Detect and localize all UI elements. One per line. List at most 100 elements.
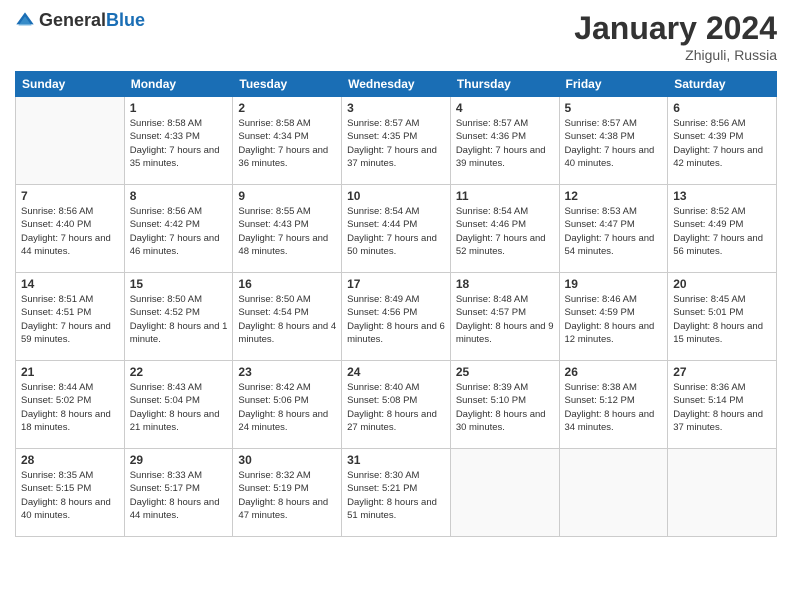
day-number: 29 (130, 453, 228, 467)
logo: GeneralBlue (15, 10, 145, 31)
calendar-cell: 8 Sunrise: 8:56 AMSunset: 4:42 PMDaylight… (124, 185, 233, 273)
weekday-header: Friday (559, 72, 668, 97)
day-info: Sunrise: 8:30 AMSunset: 5:21 PMDaylight:… (347, 469, 445, 522)
weekday-header: Tuesday (233, 72, 342, 97)
calendar-header-row: SundayMondayTuesdayWednesdayThursdayFrid… (16, 72, 777, 97)
day-number: 24 (347, 365, 445, 379)
day-info: Sunrise: 8:32 AMSunset: 5:19 PMDaylight:… (238, 469, 336, 522)
day-number: 13 (673, 189, 771, 203)
day-info: Sunrise: 8:39 AMSunset: 5:10 PMDaylight:… (456, 381, 554, 434)
day-number: 19 (565, 277, 663, 291)
day-number: 4 (456, 101, 554, 115)
calendar-week-row: 21 Sunrise: 8:44 AMSunset: 5:02 PMDayligh… (16, 361, 777, 449)
day-info: Sunrise: 8:44 AMSunset: 5:02 PMDaylight:… (21, 381, 119, 434)
day-number: 18 (456, 277, 554, 291)
logo-text: GeneralBlue (39, 10, 145, 31)
title-section: January 2024 Zhiguli, Russia (574, 10, 777, 63)
calendar-cell (668, 449, 777, 537)
day-info: Sunrise: 8:56 AMSunset: 4:39 PMDaylight:… (673, 117, 771, 170)
calendar-cell (450, 449, 559, 537)
calendar-week-row: 7Sunrise: 8:56 AMSunset: 4:40 PMDaylight… (16, 185, 777, 273)
calendar-cell: 15Sunrise: 8:50 AMSunset: 4:52 PMDayligh… (124, 273, 233, 361)
day-info: Sunrise: 8:54 AMSunset: 4:46 PMDaylight:… (456, 205, 554, 258)
day-number: 22 (130, 365, 228, 379)
calendar-cell: 5 Sunrise: 8:57 AMSunset: 4:38 PMDaylight… (559, 97, 668, 185)
calendar-cell: 31 Sunrise: 8:30 AMSunset: 5:21 PMDayligh… (342, 449, 451, 537)
day-info: Sunrise: 8:52 AMSunset: 4:49 PMDaylight:… (673, 205, 771, 258)
calendar-week-row: 1 Sunrise: 8:58 AMSunset: 4:33 PMDaylight… (16, 97, 777, 185)
day-number: 8 (130, 189, 228, 203)
day-info: Sunrise: 8:42 AMSunset: 5:06 PMDaylight:… (238, 381, 336, 434)
day-number: 7 (21, 189, 119, 203)
weekday-header: Monday (124, 72, 233, 97)
day-number: 28 (21, 453, 119, 467)
calendar-cell: 7Sunrise: 8:56 AMSunset: 4:40 PMDaylight… (16, 185, 125, 273)
day-info: Sunrise: 8:45 AMSunset: 5:01 PMDaylight:… (673, 293, 771, 346)
main-container: GeneralBlue January 2024 Zhiguli, Russia… (0, 0, 792, 612)
calendar-cell: 12 Sunrise: 8:53 AMSunset: 4:47 PMDayligh… (559, 185, 668, 273)
logo-general: General (39, 10, 106, 30)
weekday-header: Sunday (16, 72, 125, 97)
day-info: Sunrise: 8:58 AMSunset: 4:34 PMDaylight:… (238, 117, 336, 170)
calendar-cell: 11Sunrise: 8:54 AMSunset: 4:46 PMDayligh… (450, 185, 559, 273)
day-info: Sunrise: 8:54 AMSunset: 4:44 PMDaylight:… (347, 205, 445, 258)
calendar-cell: 2 Sunrise: 8:58 AMSunset: 4:34 PMDaylight… (233, 97, 342, 185)
location: Zhiguli, Russia (574, 47, 777, 63)
day-number: 26 (565, 365, 663, 379)
day-info: Sunrise: 8:48 AMSunset: 4:57 PMDaylight:… (456, 293, 554, 346)
day-number: 12 (565, 189, 663, 203)
calendar-cell: 14 Sunrise: 8:51 AMSunset: 4:51 PMDayligh… (16, 273, 125, 361)
day-info: Sunrise: 8:36 AMSunset: 5:14 PMDaylight:… (673, 381, 771, 434)
day-info: Sunrise: 8:33 AMSunset: 5:17 PMDaylight:… (130, 469, 228, 522)
calendar-cell: 23 Sunrise: 8:42 AMSunset: 5:06 PMDayligh… (233, 361, 342, 449)
calendar-cell: 29 Sunrise: 8:33 AMSunset: 5:17 PMDayligh… (124, 449, 233, 537)
day-number: 21 (21, 365, 119, 379)
calendar-cell: 27 Sunrise: 8:36 AMSunset: 5:14 PMDayligh… (668, 361, 777, 449)
day-number: 1 (130, 101, 228, 115)
day-info: Sunrise: 8:57 AMSunset: 4:35 PMDaylight:… (347, 117, 445, 170)
calendar-cell: 16Sunrise: 8:50 AMSunset: 4:54 PMDayligh… (233, 273, 342, 361)
calendar-cell: 18 Sunrise: 8:48 AMSunset: 4:57 PMDayligh… (450, 273, 559, 361)
day-number: 23 (238, 365, 336, 379)
day-info: Sunrise: 8:51 AMSunset: 4:51 PMDaylight:… (21, 293, 119, 346)
day-number: 5 (565, 101, 663, 115)
header: GeneralBlue January 2024 Zhiguli, Russia (15, 10, 777, 63)
day-info: Sunrise: 8:35 AMSunset: 5:15 PMDaylight:… (21, 469, 119, 522)
calendar-cell: 4Sunrise: 8:57 AMSunset: 4:36 PMDaylight… (450, 97, 559, 185)
day-number: 30 (238, 453, 336, 467)
day-number: 25 (456, 365, 554, 379)
calendar-cell: 22 Sunrise: 8:43 AMSunset: 5:04 PMDayligh… (124, 361, 233, 449)
calendar-cell: 26 Sunrise: 8:38 AMSunset: 5:12 PMDayligh… (559, 361, 668, 449)
calendar-cell: 19 Sunrise: 8:46 AMSunset: 4:59 PMDayligh… (559, 273, 668, 361)
day-number: 20 (673, 277, 771, 291)
day-info: Sunrise: 8:46 AMSunset: 4:59 PMDaylight:… (565, 293, 663, 346)
calendar-cell: 3 Sunrise: 8:57 AMSunset: 4:35 PMDaylight… (342, 97, 451, 185)
calendar-cell: 24Sunrise: 8:40 AMSunset: 5:08 PMDayligh… (342, 361, 451, 449)
day-info: Sunrise: 8:38 AMSunset: 5:12 PMDaylight:… (565, 381, 663, 434)
day-info: Sunrise: 8:56 AMSunset: 4:42 PMDaylight:… (130, 205, 228, 258)
day-number: 16 (238, 277, 336, 291)
day-number: 10 (347, 189, 445, 203)
day-number: 31 (347, 453, 445, 467)
calendar-cell (16, 97, 125, 185)
calendar-cell: 1 Sunrise: 8:58 AMSunset: 4:33 PMDaylight… (124, 97, 233, 185)
day-number: 3 (347, 101, 445, 115)
calendar-cell (559, 449, 668, 537)
day-info: Sunrise: 8:57 AMSunset: 4:38 PMDaylight:… (565, 117, 663, 170)
day-info: Sunrise: 8:53 AMSunset: 4:47 PMDaylight:… (565, 205, 663, 258)
day-info: Sunrise: 8:43 AMSunset: 5:04 PMDaylight:… (130, 381, 228, 434)
calendar-cell: 21 Sunrise: 8:44 AMSunset: 5:02 PMDayligh… (16, 361, 125, 449)
calendar-cell: 9Sunrise: 8:55 AMSunset: 4:43 PMDaylight… (233, 185, 342, 273)
day-number: 17 (347, 277, 445, 291)
day-number: 14 (21, 277, 119, 291)
calendar-week-row: 14 Sunrise: 8:51 AMSunset: 4:51 PMDayligh… (16, 273, 777, 361)
calendar-cell: 28 Sunrise: 8:35 AMSunset: 5:15 PMDayligh… (16, 449, 125, 537)
calendar-cell: 30 Sunrise: 8:32 AMSunset: 5:19 PMDayligh… (233, 449, 342, 537)
calendar-cell: 20 Sunrise: 8:45 AMSunset: 5:01 PMDayligh… (668, 273, 777, 361)
day-number: 2 (238, 101, 336, 115)
calendar-cell: 17Sunrise: 8:49 AMSunset: 4:56 PMDayligh… (342, 273, 451, 361)
day-number: 15 (130, 277, 228, 291)
day-number: 27 (673, 365, 771, 379)
weekday-header: Wednesday (342, 72, 451, 97)
day-info: Sunrise: 8:58 AMSunset: 4:33 PMDaylight:… (130, 117, 228, 170)
